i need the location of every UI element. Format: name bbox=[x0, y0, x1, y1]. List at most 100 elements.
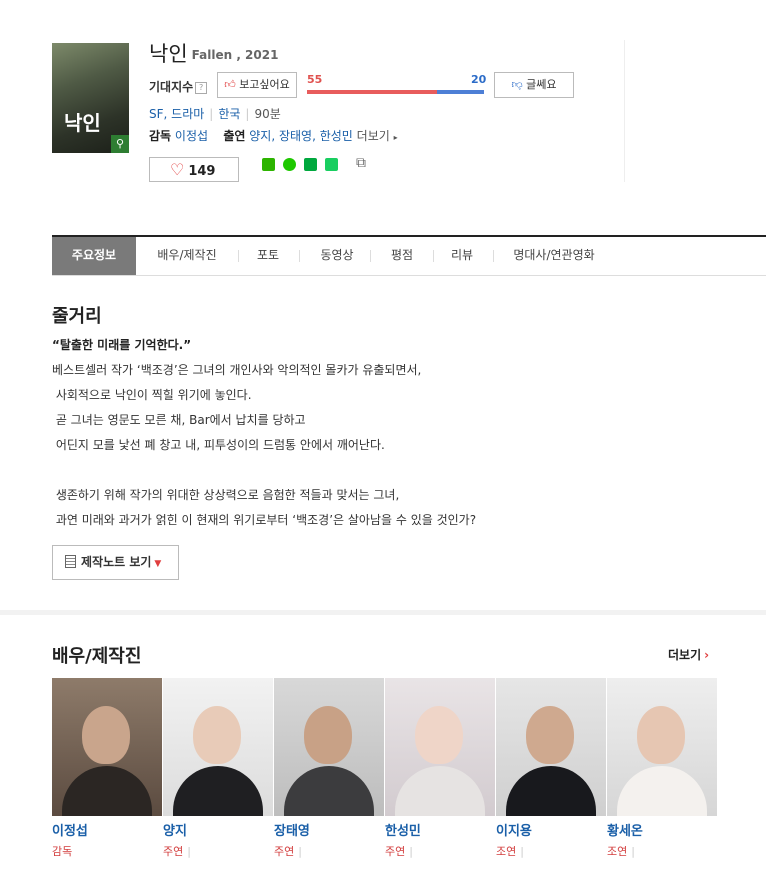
tab-divider bbox=[299, 250, 300, 262]
cast-more-label: 더보기 bbox=[356, 129, 390, 143]
body-shape bbox=[617, 766, 707, 816]
like-button[interactable]: ♡ 149 bbox=[149, 157, 239, 182]
cast-role: 조연 | bbox=[496, 843, 606, 859]
expectation-bar-fill bbox=[307, 90, 437, 94]
want-to-see-button[interactable]: 👍︎ 보고싶어요 bbox=[217, 72, 297, 98]
role-divider: | bbox=[631, 845, 635, 858]
face-shape bbox=[526, 706, 574, 764]
tab-cast-crew[interactable]: 배우/제작진 bbox=[142, 237, 232, 275]
body-shape bbox=[506, 766, 596, 816]
cast-photo[interactable] bbox=[163, 678, 273, 816]
cast-name[interactable]: 이지용 bbox=[496, 820, 606, 839]
tab-video[interactable]: 동영상 bbox=[304, 237, 370, 275]
cast-card[interactable]: 이정섭 감독 bbox=[52, 678, 162, 859]
cast-more-link[interactable]: 더보기 › bbox=[668, 646, 709, 663]
cast-photo[interactable] bbox=[607, 678, 717, 816]
cast-label: 출연 bbox=[223, 129, 246, 143]
cast-card[interactable]: 이지용 조연 | bbox=[496, 678, 606, 859]
help-icon[interactable]: ? bbox=[195, 82, 208, 94]
bookmark-share-icon[interactable] bbox=[304, 158, 317, 171]
movie-poster[interactable]: 낙인 ⚲ bbox=[52, 43, 129, 153]
cast-role: 조연 | bbox=[607, 843, 717, 859]
cast-more-link[interactable]: 더보기 ▸ bbox=[357, 129, 398, 143]
like-count: 149 bbox=[188, 164, 216, 179]
cast-more-text: 더보기 bbox=[668, 648, 702, 662]
runtime: 90분 bbox=[254, 107, 281, 121]
header-divider bbox=[624, 40, 625, 182]
expectation-label-text: 기대지수 bbox=[149, 80, 194, 94]
cast-card[interactable]: 황세온 조연 | bbox=[607, 678, 717, 859]
synopsis-tagline: “탈출한 미래를 기억한다.” bbox=[52, 338, 192, 352]
cast-name[interactable]: 이정섭 bbox=[52, 820, 162, 839]
cast-role: 주연 | bbox=[163, 843, 273, 859]
caret-right-icon: ▸ bbox=[393, 133, 398, 142]
production-note-label: 제작노트 보기 bbox=[81, 555, 152, 569]
tab-review[interactable]: 리뷰 bbox=[436, 237, 488, 275]
synopsis-line: 생존하기 위해 작가의 위대한 상상력으로 음험한 적들과 맞서는 그녀, bbox=[52, 488, 400, 502]
face-shape bbox=[193, 706, 241, 764]
face-shape bbox=[82, 706, 130, 764]
cast-name[interactable]: 장태영 bbox=[274, 820, 384, 839]
face-shape bbox=[304, 706, 352, 764]
not-sure-button[interactable]: 👎︎ 글쎄요 bbox=[494, 72, 574, 98]
zoom-icon[interactable]: ⚲ bbox=[111, 135, 129, 153]
tab-rating[interactable]: 평점 bbox=[374, 237, 430, 275]
cast-photo[interactable] bbox=[496, 678, 606, 816]
tab-divider bbox=[238, 250, 239, 262]
cast-role-text: 주연 bbox=[385, 845, 406, 858]
document-icon bbox=[65, 555, 76, 568]
cast-role-text: 주연 bbox=[163, 845, 184, 858]
genre-link[interactable]: SF, 드라마 bbox=[149, 107, 204, 121]
cast-role-text: 조연 bbox=[496, 845, 517, 858]
cast-role: 주연 | bbox=[385, 843, 495, 859]
tab-main-info[interactable]: 주요정보 bbox=[52, 237, 136, 275]
talk-share-icon[interactable] bbox=[283, 158, 296, 171]
synopsis-line: 과연 미래와 과거가 얽힌 이 현재의 위기로부터 ‘백조경’은 살아남을 수 … bbox=[52, 513, 477, 527]
heart-icon: ♡ bbox=[170, 160, 185, 179]
memo-share-icon[interactable] bbox=[325, 158, 338, 171]
face-shape bbox=[637, 706, 685, 764]
movie-title-text: 낙인 bbox=[149, 42, 188, 66]
body-shape bbox=[62, 766, 152, 816]
cast-role: 감독 bbox=[52, 843, 162, 859]
tab-bar: 주요정보 배우/제작진 포토 동영상 평점 리뷰 명대사/연관영화 bbox=[52, 235, 766, 276]
tab-divider bbox=[433, 250, 434, 262]
role-divider: | bbox=[520, 845, 524, 858]
director-link[interactable]: 이정섭 bbox=[175, 129, 208, 143]
cast-card[interactable]: 양지 주연 | bbox=[163, 678, 273, 859]
movie-title: 낙인 Fallen , 2021 bbox=[149, 38, 278, 68]
cast-links[interactable]: 양지, 장태영, 한성민 bbox=[249, 129, 353, 143]
cast-photo[interactable] bbox=[385, 678, 495, 816]
body-shape bbox=[173, 766, 263, 816]
role-divider: | bbox=[298, 845, 302, 858]
synopsis-line: 베스트셀러 작가 ‘백조경’은 그녀의 개인사와 악의적인 몰카가 유출되면서, bbox=[52, 363, 422, 377]
nowant-count: 20 bbox=[471, 73, 487, 86]
face-shape bbox=[415, 706, 463, 764]
director-label: 감독 bbox=[149, 129, 172, 143]
country-link[interactable]: 한국 bbox=[218, 107, 240, 121]
tab-divider bbox=[493, 250, 494, 262]
blog-share-icon[interactable] bbox=[262, 158, 275, 171]
not-sure-label: 글쎄요 bbox=[526, 78, 557, 91]
production-note-button[interactable]: 제작노트 보기 ▼ bbox=[52, 545, 179, 580]
cast-name[interactable]: 황세온 bbox=[607, 820, 717, 839]
movie-subtitle: Fallen , 2021 bbox=[191, 48, 279, 62]
role-divider: | bbox=[187, 845, 191, 858]
chevron-right-icon: › bbox=[704, 648, 710, 662]
synopsis-heading: 줄거리 bbox=[52, 306, 102, 327]
expectation-label: 기대지수? bbox=[149, 78, 208, 95]
tab-quotes-related[interactable]: 명대사/연관영화 bbox=[498, 237, 610, 275]
cast-card[interactable]: 장태영 주연 | bbox=[274, 678, 384, 859]
tab-photo[interactable]: 포토 bbox=[242, 237, 294, 275]
section-divider bbox=[0, 610, 766, 615]
cast-name[interactable]: 양지 bbox=[163, 820, 273, 839]
cast-card[interactable]: 한성민 주연 | bbox=[385, 678, 495, 859]
meta-divider: | bbox=[209, 107, 214, 121]
movie-meta: SF, 드라마 | 한국 | 90분 bbox=[149, 105, 281, 122]
cast-photo[interactable] bbox=[274, 678, 384, 816]
want-to-see-label: 보고싶어요 bbox=[239, 78, 290, 91]
want-count: 55 bbox=[307, 73, 323, 86]
cast-photo[interactable] bbox=[52, 678, 162, 816]
cast-name[interactable]: 한성민 bbox=[385, 820, 495, 839]
share-icon[interactable]: ⧉ bbox=[356, 155, 366, 171]
